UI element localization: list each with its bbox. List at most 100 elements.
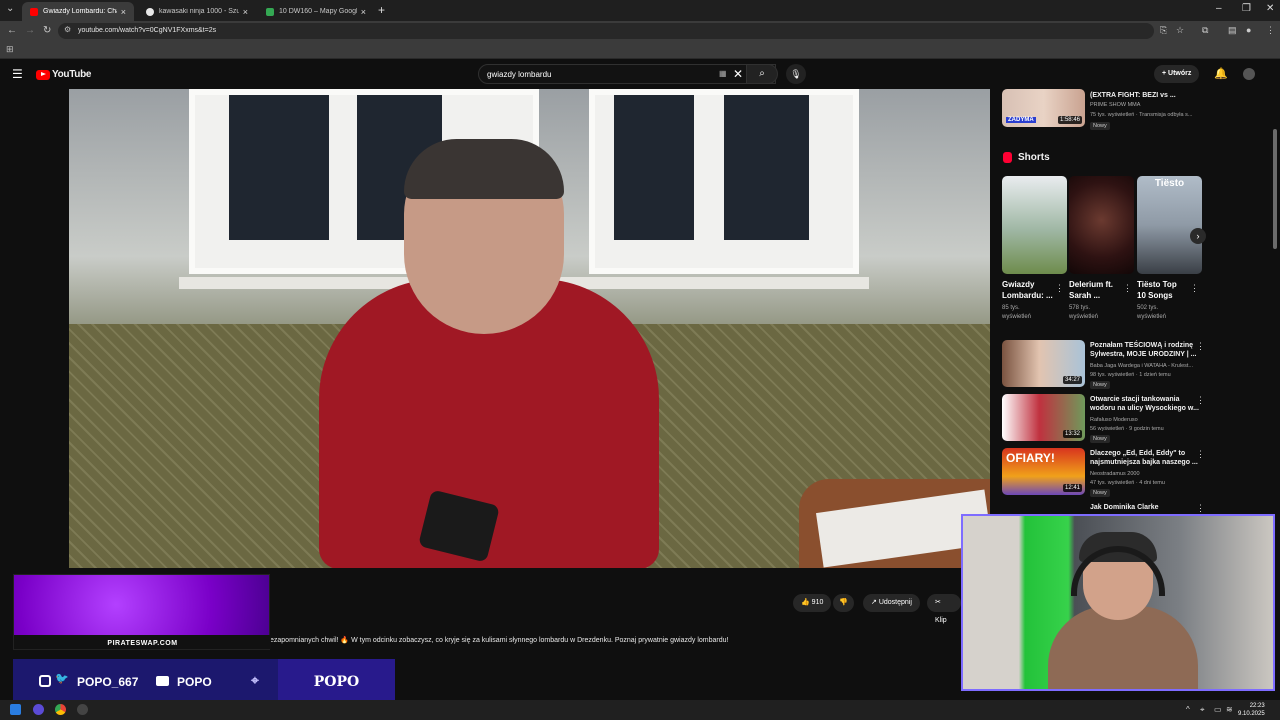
search-icon: ⌕ — [759, 68, 765, 79]
more-options-icon[interactable]: ⋮ — [1196, 341, 1205, 352]
video-thumbnail[interactable]: 13:32 — [1002, 394, 1085, 441]
create-button[interactable]: + Utwórz — [1154, 65, 1200, 83]
tab-youtube[interactable]: Gwiazdy Lombardu: Chat G × — [22, 2, 134, 21]
close-window-icon[interactable]: ✕ — [1266, 3, 1274, 14]
more-options-icon[interactable]: ⋮ — [1055, 283, 1064, 294]
cast-icon[interactable]: ⎘ — [1160, 25, 1167, 36]
taskbar-clock[interactable]: 22:23 9.10.2025 — [1238, 702, 1265, 718]
clip-label: Klip — [935, 617, 947, 624]
start-icon[interactable] — [10, 704, 21, 715]
video-thumbnail[interactable]: ZADYMA 1:58:46 — [1002, 89, 1085, 127]
video-title-line2[interactable]: najsmutniejsza bajka naszego ... — [1090, 458, 1198, 467]
apps-grid-icon[interactable]: ⊞ — [6, 44, 14, 55]
dislike-button[interactable]: 👎 — [833, 594, 854, 612]
profile-icon[interactable]: ● — [1246, 25, 1251, 35]
more-options-icon[interactable]: ⋮ — [1190, 283, 1199, 294]
video-title-line2[interactable]: wodoru na ulicy Wysockiego w... — [1090, 404, 1199, 413]
share-button[interactable]: ↗ Udostępnij — [863, 594, 920, 612]
video-title-line2[interactable]: Sylwestra, MOJE URODZINY | ... — [1090, 350, 1196, 359]
tab-maps[interactable]: 10 DW160 – Mapy Google × — [258, 2, 374, 21]
short-views-line2: wyświetleń — [1002, 314, 1032, 320]
short-title-line1[interactable]: Tiësto Top — [1137, 279, 1177, 290]
browser-tab-bar: ⌄ Gwiazdy Lombardu: Chat G × kawasaki ni… — [0, 0, 1280, 21]
menu-dots-icon[interactable]: ⋮ — [1266, 25, 1275, 36]
short-title-line1[interactable]: Delerium ft. — [1069, 279, 1113, 290]
display-icon[interactable]: ▭ — [1214, 705, 1222, 714]
window-pane — [229, 95, 329, 240]
video-player[interactable] — [69, 89, 990, 568]
short-thumbnail[interactable]: Tiësto — [1137, 176, 1202, 274]
video-title-line1[interactable]: Jak Dominika Clarke — [1090, 503, 1158, 512]
tray-chevron-icon[interactable]: ^ — [1186, 705, 1190, 714]
sidebar-icon[interactable]: ▤ — [1228, 25, 1237, 36]
video-thumbnail[interactable]: 34:27 — [1002, 340, 1085, 387]
video-title-line1[interactable]: Poznałam TEŚCIOWĄ i rodzinę — [1090, 341, 1193, 350]
more-options-icon[interactable]: ⋮ — [1196, 503, 1205, 514]
reload-icon[interactable]: ↻ — [43, 25, 51, 36]
chrome-icon[interactable] — [55, 704, 66, 715]
search-input[interactable]: gwiazdy lombardu ▦ ✕ — [478, 64, 776, 84]
video-title-line1[interactable]: Otwarcie stacji tankowania — [1090, 395, 1179, 404]
more-options-icon[interactable]: ⋮ — [1196, 395, 1205, 406]
shorts-heading: Shorts — [1003, 152, 1050, 163]
close-tab-icon[interactable]: × — [243, 7, 248, 17]
voice-search-button[interactable]: 🎙 — [786, 64, 806, 84]
forward-icon[interactable]: → — [25, 25, 35, 36]
video-thumbnail[interactable]: OFIARY! 12:41 — [1002, 448, 1085, 495]
account-avatar[interactable] — [1243, 68, 1255, 80]
video-meta: 75 tys. wyświetleń · Transmisja odbyła s… — [1090, 112, 1193, 118]
new-badge: Nowy — [1090, 381, 1110, 389]
clear-search-icon[interactable]: ✕ — [733, 67, 743, 81]
video-duration: 1:58:46 — [1057, 116, 1082, 124]
search-button[interactable]: ⌕ — [746, 64, 778, 84]
short-thumbnail[interactable] — [1069, 176, 1134, 274]
location-icon[interactable]: ⌖ — [1200, 705, 1205, 715]
notifications-bell-icon[interactable]: 🔔 — [1214, 67, 1228, 80]
tab-search[interactable]: kawasaki ninja 1000 - Szukaj w × — [138, 2, 256, 21]
maximize-icon[interactable]: ❐ — [1242, 3, 1251, 14]
channel-name[interactable]: Baba Jaga Wardega i WATAHA - Krulest... — [1090, 362, 1193, 370]
short-views-line2: wyświetleń — [1137, 314, 1167, 320]
channel-name[interactable]: Neostradamus 2000 — [1090, 470, 1140, 478]
video-meta: 98 tys. wyświetleń · 1 dzień temu — [1090, 372, 1171, 378]
url-field[interactable]: ⚙ youtube.com/watch?v=0CgNV1FXxms&t=2s — [58, 23, 1154, 39]
video-description[interactable]: ezapomnianych chwil! 🔥 W tym odcinku zob… — [270, 636, 728, 644]
short-views-line1: 502 tys. — [1137, 305, 1159, 311]
close-tab-icon[interactable]: × — [361, 7, 366, 17]
tab-search-icon[interactable]: ⌄ — [6, 3, 14, 14]
more-options-icon[interactable]: ⋮ — [1196, 449, 1205, 460]
webcam-overlay — [961, 514, 1275, 691]
youtube-logo-text: YouTube — [52, 69, 92, 80]
minimize-icon[interactable]: – — [1216, 3, 1222, 14]
share-label: Udostępnij — [878, 599, 912, 606]
site-info-icon[interactable]: ⚙ — [64, 25, 71, 34]
new-tab-icon[interactable]: + — [378, 3, 385, 17]
more-options-icon[interactable]: ⋮ — [1123, 283, 1132, 294]
youtube-logo[interactable]: YouTube — [36, 69, 92, 80]
short-title-line2[interactable]: 10 Songs — [1137, 290, 1173, 301]
bookmark-star-icon[interactable]: ☆ — [1176, 25, 1184, 36]
thumbnail-text: OFIARY! — [1006, 451, 1055, 465]
short-thumbnail[interactable] — [1002, 176, 1067, 274]
shorts-next-button[interactable]: › — [1190, 228, 1206, 244]
video-title-line1[interactable]: Dlaczego „Ed, Edd, Eddy" to — [1090, 449, 1185, 458]
hamburger-menu-icon[interactable]: ☰ — [12, 67, 23, 81]
wifi-icon[interactable]: ≋ — [1226, 705, 1233, 714]
like-button[interactable]: 👍 910 — [793, 594, 832, 612]
obs-icon[interactable] — [77, 704, 88, 715]
keyboard-icon[interactable]: ▦ — [719, 69, 727, 78]
extensions-icon[interactable]: ⧉ — [1202, 25, 1208, 36]
mouse-icon: ⌖ — [251, 672, 259, 688]
video-title[interactable]: (EXTRA FIGHT: BEZI vs ... — [1090, 91, 1176, 100]
short-title-line2[interactable]: Lombardu: ... — [1002, 290, 1053, 301]
short-title-line2[interactable]: Sarah ... — [1069, 290, 1100, 301]
short-title-line1[interactable]: Gwiazdy — [1002, 279, 1034, 290]
back-icon[interactable]: ← — [7, 25, 17, 36]
channel-name[interactable]: Rafałuso Moderuso — [1090, 416, 1138, 424]
clip-button[interactable]: ✂ Klip — [927, 594, 961, 624]
new-badge: Nowy — [1090, 122, 1110, 130]
channel-name[interactable]: PRIME SHOW MMA — [1090, 101, 1140, 109]
discord-icon[interactable] — [33, 704, 44, 715]
scrollbar-thumb[interactable] — [1273, 129, 1277, 249]
close-tab-icon[interactable]: × — [121, 7, 126, 17]
